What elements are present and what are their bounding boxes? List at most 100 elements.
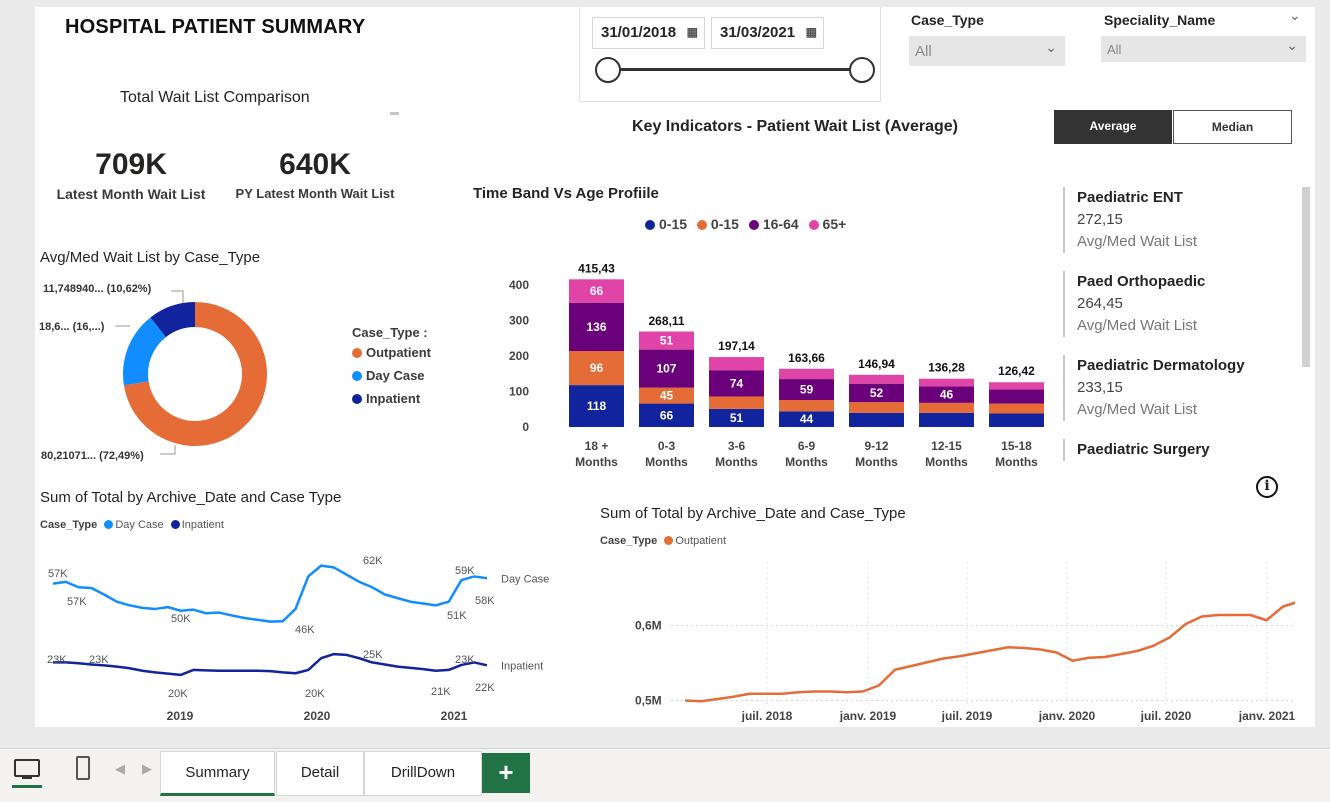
bar-segment[interactable]: [989, 389, 1044, 404]
x-tick-label: Months: [995, 455, 1038, 467]
inpatient-dot: [352, 394, 362, 404]
tab-drilldown[interactable]: DrillDown: [364, 751, 482, 796]
line-day-case[interactable]: [52, 564, 488, 623]
data-label: 46K: [295, 624, 315, 636]
legend-label: 0-15: [659, 216, 688, 232]
bar-segment[interactable]: [779, 400, 834, 412]
data-label: 59K: [455, 565, 475, 577]
bar-segment[interactable]: [849, 402, 904, 413]
chevron-left-icon[interactable]: ◀: [115, 761, 125, 777]
bar-segment[interactable]: [989, 403, 1044, 414]
legend-item-0-15-b[interactable]: 0-15: [696, 216, 739, 232]
median-toggle-button[interactable]: Median: [1173, 110, 1292, 144]
chevron-down-icon[interactable]: ⌄: [1289, 7, 1301, 24]
y-tick-label: 0,6M: [635, 619, 662, 633]
case-type-dropdown[interactable]: All ⌄: [909, 36, 1065, 66]
data-label: 21K: [431, 686, 451, 698]
x-tick-label: Months: [645, 455, 688, 467]
list-scrollbar[interactable]: [1302, 187, 1310, 367]
legend-day-case[interactable]: Day Case: [104, 519, 164, 531]
kpi-latest-month: 709K Latest Month Wait List: [45, 148, 217, 202]
data-label: 23K: [47, 654, 67, 666]
bar-segment[interactable]: [709, 396, 764, 409]
legend-outpatient[interactable]: Outpatient: [664, 535, 726, 547]
tab-detail[interactable]: Detail: [276, 751, 364, 796]
kpi-value: 640K: [279, 148, 351, 181]
y-tick-label: 100: [509, 385, 529, 399]
bar-segment[interactable]: [849, 374, 904, 384]
line-inpatient[interactable]: [53, 652, 488, 677]
bar-segment[interactable]: [849, 412, 904, 427]
chevron-right-icon[interactable]: ▶: [142, 761, 152, 777]
range-end-handle[interactable]: [849, 57, 875, 83]
legend-item-65-plus[interactable]: 65+: [808, 216, 847, 232]
y-tick-label: 300: [509, 314, 529, 328]
bar-segment[interactable]: [919, 378, 974, 387]
x-tick-label: 6-9: [798, 439, 816, 453]
legend-inpatient[interactable]: Inpatient: [170, 519, 224, 531]
tab-summary[interactable]: Summary: [160, 751, 275, 796]
list-item[interactable]: Paediatric ENT 272,15 Avg/Med Wait List: [1063, 187, 1299, 253]
add-page-button[interactable]: +: [482, 753, 530, 793]
legend-inpatient[interactable]: Inpatient: [352, 391, 431, 406]
stacked-bar-chart: 0 100 200 300 400 118 96 136 66 415,43 18 + Months 6…: [509, 262, 1044, 467]
speciality-name: Paed Orthopaedic: [1077, 273, 1206, 290]
visual-handle: [390, 112, 399, 115]
x-tick-label: 18 +: [585, 439, 609, 453]
legend-label: Outpatient: [675, 535, 727, 547]
donut-label-outpatient: 80,21071... (72,49%): [41, 450, 144, 462]
start-date-input[interactable]: 31/01/2018 ▦: [592, 17, 705, 49]
list-item[interactable]: Paediatric Dermatology 233,15 Avg/Med Wa…: [1063, 355, 1299, 421]
bar-segment[interactable]: [779, 368, 834, 380]
series-end-label: Day Case: [501, 573, 549, 585]
stacked-legend: 0-15 0-15 16-64 65+: [645, 216, 846, 232]
average-toggle-button[interactable]: Average: [1054, 110, 1172, 144]
case-type-slicer-label: Case_Type: [911, 12, 984, 28]
series-dot: [664, 536, 674, 545]
x-tick-label: juil. 2020: [1140, 709, 1192, 722]
range-start-handle[interactable]: [595, 57, 621, 83]
series-dot: [645, 220, 655, 230]
bar-segment-label: 46: [940, 388, 954, 402]
stacked-chart-title: Time Band Vs Age Profiile: [473, 185, 659, 202]
bar-segment-label: 45: [660, 389, 674, 403]
info-icon[interactable]: i: [1256, 476, 1278, 498]
data-label: 22K: [475, 682, 495, 694]
bar-segment[interactable]: [709, 357, 764, 371]
series-dot: [170, 520, 180, 529]
legend-item-0-15[interactable]: 0-15: [645, 216, 687, 232]
list-item[interactable]: Paediatric Surgery: [1063, 439, 1299, 461]
bar-segment[interactable]: [989, 413, 1044, 427]
start-date-value: 31/01/2018: [601, 24, 677, 41]
bar-total-label: 268,11: [648, 314, 684, 328]
series-dot: [748, 220, 759, 230]
legend-label: 65+: [822, 216, 847, 232]
end-date-value: 31/03/2021: [720, 24, 796, 41]
x-tick-label: juil. 2018: [741, 709, 793, 722]
bar-segment[interactable]: [919, 402, 974, 413]
phone-view-icon[interactable]: [76, 756, 90, 780]
page-tab-bar: ◀ ▶ Summary Detail DrillDown +: [0, 748, 1330, 802]
speciality-metric-label: Avg/Med Wait List: [1077, 401, 1198, 418]
speciality-dropdown[interactable]: All ⌄: [1101, 36, 1306, 62]
data-label: 57K: [67, 596, 87, 608]
end-date-input[interactable]: 31/03/2021 ▦: [711, 17, 824, 49]
data-label: 25K: [363, 649, 383, 661]
legend-label: 16-64: [762, 216, 799, 232]
legend-label: Day Case: [115, 519, 164, 531]
outpatient-dot: [352, 348, 362, 358]
data-label: 20K: [305, 688, 325, 700]
bar-segment[interactable]: [989, 382, 1044, 390]
kpi-label: PY Latest Month Wait List: [235, 186, 395, 201]
bar-total-label: 415,43: [578, 262, 615, 276]
legend-item-16-64[interactable]: 16-64: [748, 216, 799, 232]
legend-outpatient[interactable]: Outpatient: [352, 345, 431, 360]
desktop-view-icon[interactable]: [14, 759, 40, 777]
legend-day-case[interactable]: Day Case: [352, 368, 431, 383]
bar-segment[interactable]: [919, 412, 974, 427]
x-tick-label: Months: [925, 455, 968, 467]
bar-segment-label: 44: [800, 412, 814, 426]
line-outpatient[interactable]: [684, 601, 1295, 703]
list-item[interactable]: Paed Orthopaedic 264,45 Avg/Med Wait Lis…: [1063, 271, 1299, 337]
data-label: 57K: [48, 568, 68, 580]
